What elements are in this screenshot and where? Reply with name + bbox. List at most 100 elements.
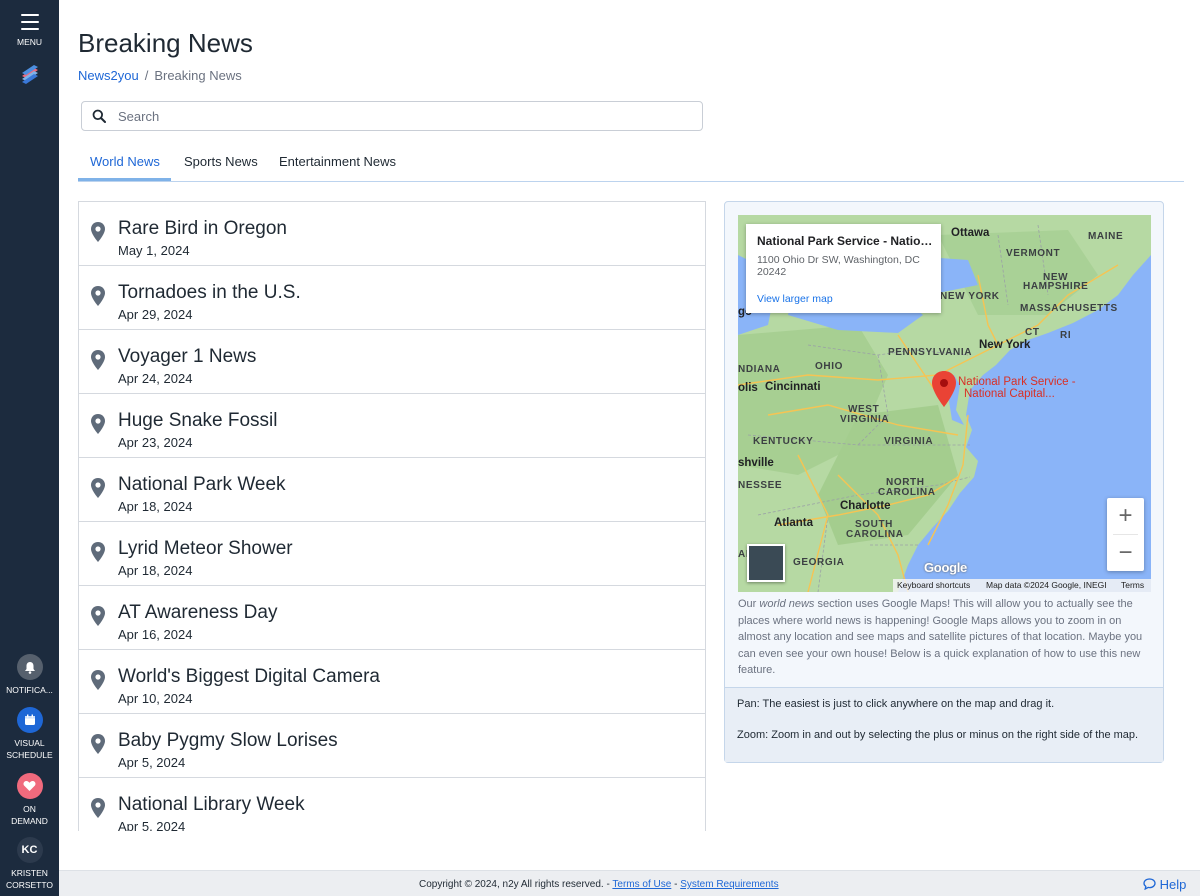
place-title: National Park Service - National Capital… xyxy=(757,234,937,248)
map-pin-icon xyxy=(91,606,105,626)
news-date: Apr 18, 2024 xyxy=(118,563,193,578)
news-title: Baby Pygmy Slow Lorises xyxy=(118,730,338,751)
map-label-nashville: shville xyxy=(738,457,774,469)
on-demand-button[interactable]: ON DEMAND xyxy=(0,773,59,827)
map-label-west-virginia-2: VIRGINIA xyxy=(840,414,890,425)
footer: Copyright © 2024, n2y All rights reserve… xyxy=(59,870,1200,896)
map-label-massachusetts: MASSACHUSETTS xyxy=(1020,303,1118,314)
on-demand-label: ON xyxy=(23,804,36,814)
notifications-label: NOTIFICA... xyxy=(6,685,53,695)
map-label-ri: RI xyxy=(1060,330,1072,341)
sidebar: MENU NOTIFICA... VISUAL SCHEDULE ON DEMA… xyxy=(0,0,59,896)
profile-button[interactable]: KC KRISTEN CORSETTO xyxy=(0,837,59,891)
tab-sports-news[interactable]: Sports News xyxy=(184,154,258,169)
search-input[interactable] xyxy=(118,107,688,125)
copyright-text: Copyright © 2024, n2y All rights reserve… xyxy=(419,879,610,890)
map-pin-icon xyxy=(91,478,105,498)
menu-button[interactable]: MENU xyxy=(0,14,59,48)
notifications-button[interactable]: NOTIFICA... xyxy=(0,654,59,696)
map-pin-icon xyxy=(91,670,105,690)
breadcrumb-root-link[interactable]: News2you xyxy=(78,68,139,83)
news-date: Apr 18, 2024 xyxy=(118,499,193,514)
news-date: Apr 23, 2024 xyxy=(118,435,193,450)
map-label-new-york-state: NEW YORK xyxy=(940,291,1000,302)
n2y-logo[interactable] xyxy=(0,62,59,89)
news-item[interactable]: Huge Snake Fossil Apr 23, 2024 xyxy=(79,394,705,458)
news-title: Rare Bird in Oregon xyxy=(118,218,287,239)
map-label-pennsylvania: PENNSYLVANIA xyxy=(888,347,973,358)
footer-dash: - xyxy=(674,879,678,890)
news-item[interactable]: AT Awareness Day Apr 16, 2024 xyxy=(79,586,705,650)
news-title: World's Biggest Digital Camera xyxy=(118,666,380,687)
map-label-tennessee: NESSEE xyxy=(738,480,783,491)
news-item[interactable]: World's Biggest Digital Camera Apr 10, 2… xyxy=(79,650,705,714)
breadcrumb-current: Breaking News xyxy=(154,68,242,83)
calendar-icon xyxy=(16,707,43,733)
map-data-credit: Map data ©2024 Google, INEGI xyxy=(986,580,1107,590)
news-item[interactable]: National Library Week Apr 5, 2024 xyxy=(79,778,705,831)
news-date: Apr 24, 2024 xyxy=(118,371,193,386)
news-item[interactable]: National Park Week Apr 18, 2024 xyxy=(79,458,705,522)
system-requirements-link[interactable]: System Requirements xyxy=(680,879,778,890)
place-info-card: National Park Service - National Capital… xyxy=(746,224,941,313)
satellite-toggle-button[interactable] xyxy=(747,544,785,582)
menu-label: MENU xyxy=(16,37,43,47)
view-larger-map-link[interactable]: View larger map xyxy=(757,293,833,305)
news-title: Tornadoes in the U.S. xyxy=(118,282,301,303)
map-label-atlanta: Atlanta xyxy=(774,517,813,529)
news-item[interactable]: Voyager 1 News Apr 24, 2024 xyxy=(79,330,705,394)
map-label-maine: MAINE xyxy=(1088,231,1124,242)
terms-of-use-link[interactable]: Terms of Use xyxy=(612,879,671,890)
news-tabs: World News Sports News Entertainment New… xyxy=(78,146,1184,182)
location-pin-icon[interactable] xyxy=(932,371,956,407)
map-label-georgia: GEORGIA xyxy=(793,557,845,568)
page-title: Breaking News xyxy=(78,28,253,58)
breadcrumb-separator: / xyxy=(144,68,149,83)
map-terms-link[interactable]: Terms xyxy=(1121,580,1144,590)
map-label-cincinnati-prefix: olis xyxy=(738,382,758,394)
tab-world-news[interactable]: World News xyxy=(90,154,160,169)
visual-schedule-label-2: SCHEDULE xyxy=(6,750,53,760)
books-stack-icon xyxy=(21,65,38,84)
hamburger-icon xyxy=(20,14,39,30)
google-map[interactable]: Ottawa MAINE VERMONT NEW HAMPSHIRE NEW Y… xyxy=(738,215,1151,592)
news-title: Huge Snake Fossil xyxy=(118,410,278,431)
tab-entertainment-news[interactable]: Entertainment News xyxy=(279,154,396,169)
news-item[interactable]: Lyrid Meteor Shower Apr 18, 2024 xyxy=(79,522,705,586)
news-list: Rare Bird in Oregon May 1, 2024 Tornadoe… xyxy=(78,201,706,831)
map-label-ct: CT xyxy=(1025,327,1040,338)
profile-last-name: CORSETTO xyxy=(5,880,54,890)
news-item[interactable]: Rare Bird in Oregon May 1, 2024 xyxy=(79,202,705,266)
map-label-south-carolina-2: CAROLINA xyxy=(846,529,904,540)
news-title: National Park Week xyxy=(118,474,286,495)
news-date: Apr 5, 2024 xyxy=(118,755,186,770)
map-label-indiana: NDIANA xyxy=(738,364,781,375)
map-label-new-hampshire-2: HAMPSHIRE xyxy=(1023,281,1089,292)
map-howto: Pan: The easiest is just to click anywhe… xyxy=(725,687,1163,762)
zoom-controls: + − xyxy=(1107,498,1144,571)
map-label-north-carolina-2: CAROLINA xyxy=(878,487,936,498)
map-pin-icon xyxy=(91,286,105,306)
visual-schedule-button[interactable]: VISUAL SCHEDULE xyxy=(0,707,59,761)
news-title: Lyrid Meteor Shower xyxy=(118,538,293,559)
map-pin-icon xyxy=(91,798,105,818)
news-item[interactable]: Tornadoes in the U.S. Apr 29, 2024 xyxy=(79,266,705,330)
map-label-ohio: OHIO xyxy=(815,361,843,372)
zoom-out-button[interactable]: − xyxy=(1107,535,1144,571)
help-label: Help xyxy=(1159,877,1187,892)
keyboard-shortcuts-link[interactable]: Keyboard shortcuts xyxy=(897,580,970,590)
copyright: Copyright © 2024, n2y All rights reserve… xyxy=(419,879,779,890)
zoom-in-button[interactable]: + xyxy=(1107,498,1144,534)
news-title: Voyager 1 News xyxy=(118,346,257,367)
help-button[interactable]: Help xyxy=(1143,877,1186,892)
map-label-charlotte: Charlotte xyxy=(840,500,891,512)
map-label-virginia: VIRGINIA xyxy=(884,436,934,447)
news-date: Apr 10, 2024 xyxy=(118,691,193,706)
map-label-vermont: VERMONT xyxy=(1006,248,1061,259)
heart-icon xyxy=(16,773,43,799)
news-item[interactable]: Baby Pygmy Slow Lorises Apr 5, 2024 xyxy=(79,714,705,778)
map-label-new-york-city: New York xyxy=(979,339,1031,351)
chat-bubble-icon xyxy=(1143,878,1156,891)
active-tab-indicator xyxy=(78,178,171,181)
zoom-instruction: Zoom: Zoom in and out by selecting the p… xyxy=(737,729,1139,741)
